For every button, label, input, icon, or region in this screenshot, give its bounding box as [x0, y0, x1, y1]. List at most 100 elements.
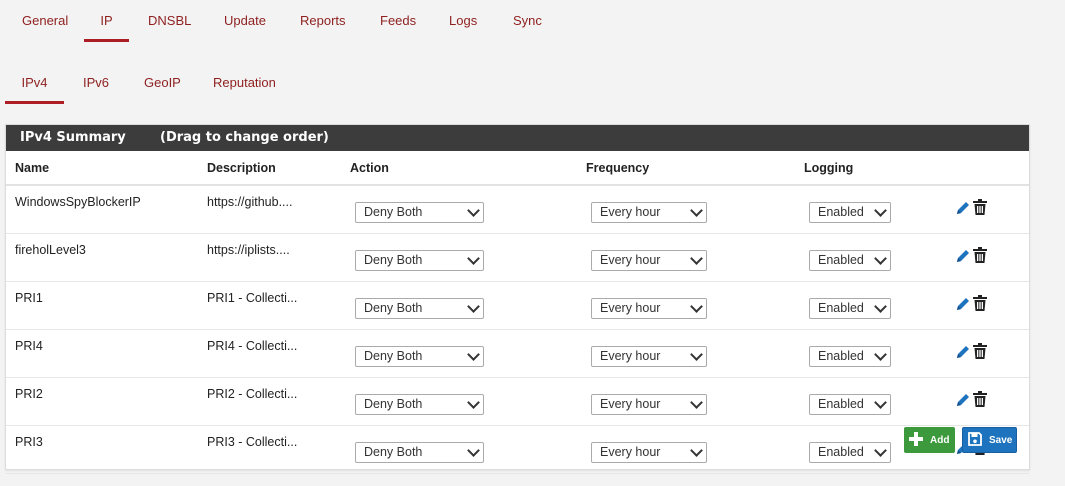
logging-select[interactable]: Enabled: [809, 442, 891, 463]
frequency-select[interactable]: Every hour: [591, 298, 707, 319]
tab-ip[interactable]: IP: [84, 0, 129, 42]
panel-header: IPv4 Summary (Drag to change order): [6, 125, 1029, 151]
chevron-down-icon: [467, 396, 480, 409]
frequency-select[interactable]: Every hour: [591, 346, 707, 367]
logging-select[interactable]: Enabled: [809, 250, 891, 271]
col-actions: [943, 151, 1029, 186]
logging-value: Enabled: [818, 253, 864, 267]
chevron-down-icon: [874, 444, 887, 457]
col-description: Description: [198, 151, 341, 186]
add-button[interactable]: Add: [904, 427, 955, 453]
chevron-down-icon: [467, 252, 480, 265]
frequency-value: Every hour: [600, 301, 661, 315]
trash-icon[interactable]: [973, 294, 987, 311]
frequency-select[interactable]: Every hour: [591, 202, 707, 223]
panel-title: IPv4 Summary: [20, 130, 126, 145]
row-name: PRI4: [6, 329, 198, 378]
tab-ipv4[interactable]: IPv4: [5, 62, 64, 104]
row-description: https://github....: [198, 185, 341, 234]
frequency-value: Every hour: [600, 253, 661, 267]
col-logging: Logging: [795, 151, 943, 186]
frequency-value: Every hour: [600, 445, 661, 459]
tab-reputation[interactable]: Reputation: [213, 62, 276, 104]
chevron-down-icon: [467, 204, 480, 217]
chevron-down-icon: [690, 444, 703, 457]
table-row: PRI1 PRI1 - Collecti... Deny Both Every hou…: [6, 281, 1029, 330]
action-value: Deny Both: [364, 349, 423, 363]
trash-icon[interactable]: [973, 390, 987, 407]
plus-icon: [909, 431, 923, 449]
panel-hint: (Drag to change order): [160, 130, 329, 145]
tab-dnsbl[interactable]: DNSBL: [148, 0, 191, 42]
pencil-icon[interactable]: [955, 296, 971, 312]
row-description: PRI3 - Collecti...: [198, 425, 341, 474]
logging-select[interactable]: Enabled: [809, 202, 891, 223]
chevron-down-icon: [467, 348, 480, 361]
trash-icon[interactable]: [973, 198, 987, 215]
table-row: fireholLevel3 https://iplists.... Deny Bot…: [6, 233, 1029, 282]
row-description: https://iplists....: [198, 233, 341, 282]
logging-value: Enabled: [818, 205, 864, 219]
chevron-down-icon: [467, 300, 480, 313]
action-value: Deny Both: [364, 301, 423, 315]
tab-feeds[interactable]: Feeds: [380, 0, 416, 42]
frequency-select[interactable]: Every hour: [591, 250, 707, 271]
action-select[interactable]: Deny Both: [355, 298, 484, 319]
save-button-label: Save: [989, 434, 1013, 446]
chevron-down-icon: [690, 348, 703, 361]
frequency-value: Every hour: [600, 397, 661, 411]
tab-reports[interactable]: Reports: [300, 0, 346, 42]
chevron-down-icon: [874, 300, 887, 313]
ipv4-table: Name Description Action Frequency Loggin…: [6, 151, 1029, 474]
tab-sync[interactable]: Sync: [513, 0, 542, 42]
logging-value: Enabled: [818, 349, 864, 363]
table-row: WindowsSpyBlockerIP https://github.... Den…: [6, 185, 1029, 234]
chevron-down-icon: [874, 252, 887, 265]
action-select[interactable]: Deny Both: [355, 202, 484, 223]
tab-logs[interactable]: Logs: [449, 0, 477, 42]
chevron-down-icon: [690, 252, 703, 265]
chevron-down-icon: [690, 204, 703, 217]
frequency-value: Every hour: [600, 349, 661, 363]
action-value: Deny Both: [364, 445, 423, 459]
save-button[interactable]: Save: [962, 427, 1017, 453]
action-select[interactable]: Deny Both: [355, 394, 484, 415]
pencil-icon[interactable]: [955, 344, 971, 360]
table-row: PRI2 PRI2 - Collecti... Deny Both Every hou…: [6, 377, 1029, 426]
frequency-select[interactable]: Every hour: [591, 442, 707, 463]
col-name: Name: [6, 151, 198, 186]
trash-icon[interactable]: [973, 342, 987, 359]
tab-update[interactable]: Update: [224, 0, 266, 42]
logging-select[interactable]: Enabled: [809, 298, 891, 319]
frequency-select[interactable]: Every hour: [591, 394, 707, 415]
tab-general[interactable]: General: [22, 0, 68, 42]
action-value: Deny Both: [364, 253, 423, 267]
table-header-row: Name Description Action Frequency Loggin…: [6, 151, 1029, 186]
action-select[interactable]: Deny Both: [355, 250, 484, 271]
trash-icon[interactable]: [973, 246, 987, 263]
chevron-down-icon: [690, 396, 703, 409]
logging-select[interactable]: Enabled: [809, 346, 891, 367]
action-value: Deny Both: [364, 397, 423, 411]
action-select[interactable]: Deny Both: [355, 346, 484, 367]
row-name: PRI1: [6, 281, 198, 330]
logging-value: Enabled: [818, 445, 864, 459]
row-name: PRI3: [6, 425, 198, 474]
pencil-icon[interactable]: [955, 248, 971, 264]
pencil-icon[interactable]: [955, 200, 971, 216]
action-select[interactable]: Deny Both: [355, 442, 484, 463]
logging-select[interactable]: Enabled: [809, 394, 891, 415]
row-name: fireholLevel3: [6, 233, 198, 282]
table-row: PRI3 PRI3 - Collecti... Deny Both Every hou…: [6, 425, 1029, 474]
tab-ipv6[interactable]: IPv6: [83, 62, 109, 104]
row-description: PRI4 - Collecti...: [198, 329, 341, 378]
col-action: Action: [341, 151, 577, 186]
add-button-label: Add: [930, 434, 950, 446]
frequency-value: Every hour: [600, 205, 661, 219]
tab-geoip[interactable]: GeoIP: [144, 62, 181, 104]
chevron-down-icon: [874, 204, 887, 217]
pencil-icon[interactable]: [955, 392, 971, 408]
chevron-down-icon: [874, 396, 887, 409]
row-description: PRI1 - Collecti...: [198, 281, 341, 330]
logging-value: Enabled: [818, 397, 864, 411]
